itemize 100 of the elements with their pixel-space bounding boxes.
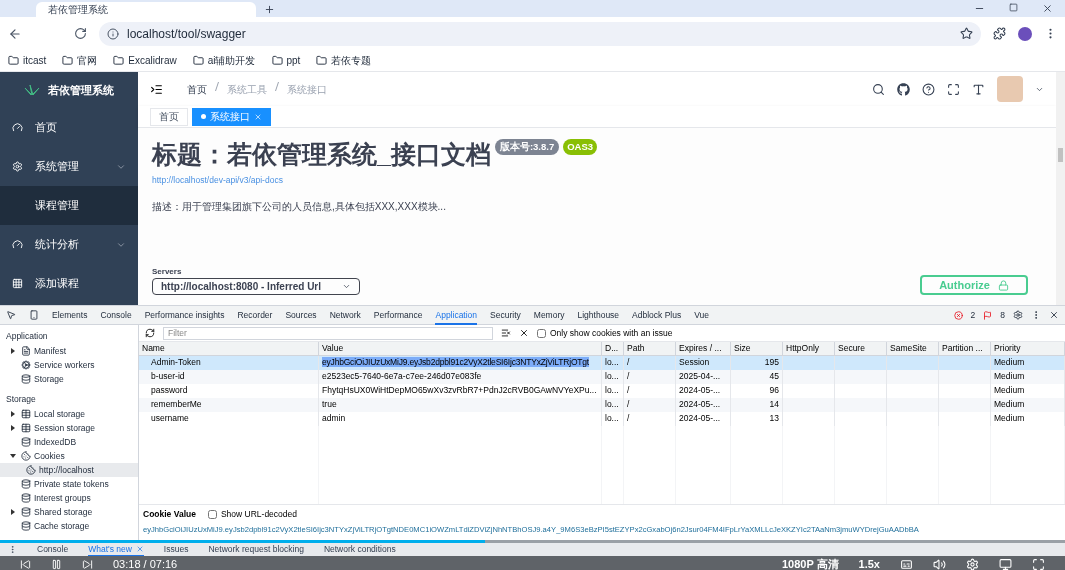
disclosure-triangle-icon[interactable] xyxy=(10,411,16,417)
tree-item[interactable]: Cache storage xyxy=(34,519,90,533)
menu-item[interactable]: 课程管理 xyxy=(0,186,138,225)
cookie-row[interactable]: Admin-Token eyJhbGciOiJIUzUxMiJ9.eyJsb2dpbl91c2VyX2tleSI6Ijc3NTYxZjViLTRjOTgt lo... / Session 195 Medium xyxy=(139,356,1065,370)
maximize-icon[interactable] xyxy=(1009,3,1018,12)
issue-filter-checkbox[interactable] xyxy=(537,328,546,338)
bookmark[interactable]: ppt xyxy=(286,53,301,68)
tree-item[interactable]: Shared storage xyxy=(34,505,93,519)
column-header[interactable]: Size xyxy=(731,342,783,355)
device-icon[interactable] xyxy=(29,310,39,320)
tree-item[interactable]: Storage xyxy=(34,372,64,386)
fullscreen-icon[interactable] xyxy=(947,82,960,96)
tree-item[interactable]: http://localhost xyxy=(0,463,138,477)
devtools-tab[interactable]: Lighthouse xyxy=(577,305,620,325)
browser-tab[interactable]: 若依管理系统 xyxy=(36,2,256,17)
tree-item[interactable]: Private state tokens xyxy=(34,477,109,491)
pause-icon[interactable] xyxy=(51,558,62,570)
volume-icon[interactable] xyxy=(933,557,946,570)
tree-item[interactable]: Interest groups xyxy=(34,491,91,505)
menu-item[interactable]: 添加课程 xyxy=(0,264,138,303)
search-icon[interactable] xyxy=(872,82,885,96)
warning-count[interactable]: 8 xyxy=(1000,308,1005,322)
devtools-tab[interactable]: Performance xyxy=(373,305,423,325)
column-header[interactable]: Expires / ... xyxy=(676,342,731,355)
tree-item[interactable]: Service workers xyxy=(34,358,95,372)
disclosure-triangle-icon[interactable] xyxy=(10,425,16,431)
devtools-tab[interactable]: Performance insights xyxy=(144,305,225,325)
flag-icon[interactable] xyxy=(983,310,993,320)
address-bar[interactable]: localhost/tool/swagger xyxy=(99,21,981,46)
cookie-row[interactable]: rememberMe true lo... / 2024-05-... 14 Medium xyxy=(139,398,1065,412)
column-header[interactable]: D... xyxy=(602,342,624,355)
bookmark[interactable]: 若依专题 xyxy=(331,53,372,68)
back-icon[interactable] xyxy=(8,26,22,41)
picture-in-picture-icon[interactable] xyxy=(999,557,1012,570)
quality-selector[interactable]: 1080P 高清 xyxy=(781,555,839,570)
error-icon[interactable] xyxy=(953,310,963,320)
checkbox-label[interactable]: Show URL-decoded xyxy=(220,508,297,521)
tree-item[interactable]: Manifest xyxy=(34,344,67,358)
url-decode-checkbox[interactable] xyxy=(207,509,217,519)
github-icon[interactable] xyxy=(897,82,910,96)
disclosure-triangle-icon[interactable] xyxy=(10,348,16,354)
drawer-tab[interactable]: Console xyxy=(37,543,69,556)
column-header[interactable]: Path xyxy=(624,342,676,355)
text-size-icon[interactable] xyxy=(972,82,985,96)
drawer-tab[interactable]: Network conditions xyxy=(323,543,396,556)
drawer-tab[interactable]: Issues xyxy=(163,543,189,556)
server-select[interactable]: http://localhost:8080 - Inferred Url xyxy=(152,278,360,296)
tree-item[interactable]: Local storage xyxy=(34,407,86,421)
reload-icon[interactable] xyxy=(74,27,87,40)
filter-field[interactable]: Filter xyxy=(163,326,493,340)
column-header[interactable]: SameSite xyxy=(887,342,939,355)
fullscreen-icon[interactable] xyxy=(1032,557,1045,570)
bookmark[interactable]: Excalidraw xyxy=(128,53,177,68)
new-tab-icon[interactable] xyxy=(264,4,275,15)
extension-icon[interactable] xyxy=(993,27,1006,40)
cookie-row[interactable]: b-user-id e2523ec5-7640-6e7a-c7ee-246d07e083fe lo... / 2025-04-... 45 Medium xyxy=(139,370,1065,384)
clear-filtered-icon[interactable] xyxy=(501,328,511,338)
bookmark[interactable]: itcast xyxy=(23,53,47,68)
column-header[interactable]: Priority xyxy=(991,342,1065,355)
progress-track[interactable] xyxy=(0,540,1065,543)
devtools-tab[interactable]: Adblock Plus xyxy=(632,305,682,325)
tree-item[interactable]: IndexedDB xyxy=(34,435,77,449)
avatar[interactable] xyxy=(1018,26,1032,41)
settings-icon[interactable] xyxy=(1013,310,1023,320)
bookmark-star-icon[interactable] xyxy=(960,27,973,40)
menu-item[interactable]: 系统管理 xyxy=(0,147,138,186)
page-tag[interactable]: 首页 xyxy=(150,107,188,126)
breadcrumb-item[interactable]: 首页 xyxy=(187,81,207,97)
bookmark[interactable]: ai辅助开发 xyxy=(207,53,256,68)
checkbox-label[interactable]: Only show cookies with an issue xyxy=(550,326,673,340)
folder-icon[interactable] xyxy=(271,55,283,66)
drawer-tab[interactable]: Network request blocking xyxy=(208,543,304,556)
devtools-tab[interactable]: Security xyxy=(490,305,521,325)
collapse-icon[interactable] xyxy=(150,82,163,96)
devtools-tab[interactable]: Network xyxy=(329,305,361,325)
close-icon[interactable] xyxy=(1049,310,1059,320)
bookmark[interactable]: 官网 xyxy=(77,53,98,68)
menu-item[interactable]: 首页 xyxy=(0,108,138,147)
folder-icon[interactable] xyxy=(192,55,204,66)
subtitle-icon[interactable] xyxy=(900,557,913,570)
refresh-icon[interactable] xyxy=(145,328,155,338)
devtools-tab[interactable]: Console xyxy=(100,305,132,325)
devtools-tab[interactable]: Recorder xyxy=(237,305,273,325)
help-icon[interactable] xyxy=(922,82,935,96)
folder-icon[interactable] xyxy=(8,55,19,66)
clear-all-icon[interactable] xyxy=(519,328,529,338)
column-header[interactable]: Value xyxy=(319,342,602,355)
devtools-tab[interactable]: Vue xyxy=(694,305,710,325)
folder-icon[interactable] xyxy=(316,55,328,66)
menu-item[interactable]: 统计分析 xyxy=(0,225,138,264)
column-header[interactable]: Secure xyxy=(835,342,887,355)
drawer-menu-icon[interactable] xyxy=(8,545,17,554)
close-icon[interactable] xyxy=(1042,3,1053,14)
devtools-tab[interactable]: Sources xyxy=(285,305,317,325)
inspect-icon[interactable] xyxy=(6,310,16,320)
devtools-tab[interactable]: Memory xyxy=(533,305,565,325)
disclosure-triangle-icon[interactable] xyxy=(10,509,16,515)
disclosure-triangle-icon[interactable] xyxy=(10,453,16,459)
column-header[interactable]: HttpOnly xyxy=(783,342,835,355)
info-icon[interactable] xyxy=(107,27,119,40)
